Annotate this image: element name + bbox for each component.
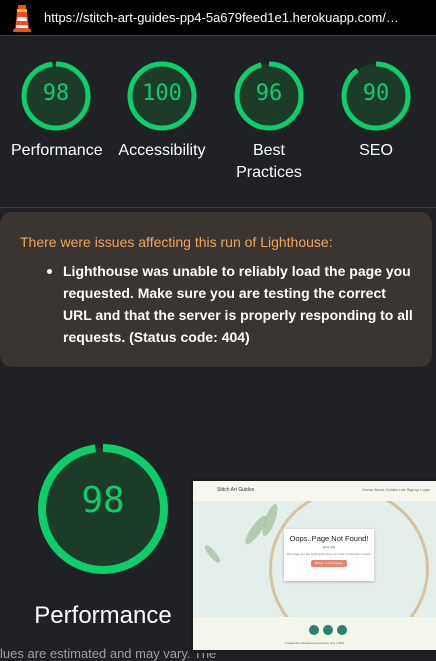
gauge-score: 98 [42, 81, 70, 106]
warning-box: There were issues affecting this run of … [0, 212, 432, 367]
gauge-score: 100 [142, 81, 182, 106]
gauge-score: 96 [255, 81, 283, 106]
warning-title: There were issues affecting this run of … [20, 234, 333, 250]
gauge-label: Accessibility [118, 142, 206, 159]
lighthouse-icon [13, 5, 31, 32]
not-found-text: The page you are looking for does not ex… [286, 552, 372, 556]
warning-list: Lighthouse was unable to reliably load t… [44, 260, 414, 348]
gauge-seo[interactable]: 90 SEO [331, 60, 421, 162]
social-icon [337, 625, 347, 635]
social-icon [323, 625, 333, 635]
thumbnail-nav-links: Home About Guides List Signup Login [362, 487, 430, 492]
warning-item: Lighthouse was unable to reliably load t… [44, 260, 414, 348]
not-found-title: Oops..Page Not Found! [289, 534, 369, 543]
performance-score: 98 [81, 480, 125, 521]
warning-item-text: Lighthouse was unable to reliably load t… [63, 263, 413, 345]
thumbnail-footer: Created for educational purposes only | … [193, 617, 436, 650]
bullet-icon [47, 269, 52, 274]
final-screenshot-thumbnail[interactable]: Stitch Art Guides Home About Guides List… [190, 478, 436, 653]
thumbnail-copyright: Created for educational purposes only | … [284, 641, 345, 645]
performance-title: Performance [34, 602, 172, 629]
gauge-accessibility[interactable]: 100 Accessibility [117, 60, 207, 162]
gauge-performance[interactable]: 98 Performance [11, 60, 103, 162]
social-icon [309, 625, 319, 635]
gauge-label: SEO [359, 142, 393, 159]
not-found-card: Oops..Page Not Found! Error 404 The page… [284, 529, 374, 581]
page-url[interactable]: https://stitch-art-guides-pp4-5a679feed1… [44, 9, 414, 27]
gauge-score: 90 [362, 81, 390, 106]
gauge-label: Best Practices [236, 142, 302, 181]
thumbnail-brand: Stitch Art Guides [217, 487, 255, 493]
gauge-best-practices[interactable]: 96 Best Practices [224, 60, 314, 184]
gauge-label: Performance [11, 142, 103, 159]
thumbnail-navbar: Stitch Art Guides Home About Guides List… [193, 481, 436, 501]
return-home-button: Return to Homepage [311, 560, 347, 567]
not-found-subtitle: Error 404 [322, 545, 336, 549]
score-gauges: 98 Performance 100 Accessibility 96 Best… [0, 36, 436, 206]
url-bar: https://stitch-art-guides-pp4-5a679feed1… [0, 0, 436, 36]
divider [0, 207, 436, 208]
leaf-image [202, 543, 223, 565]
